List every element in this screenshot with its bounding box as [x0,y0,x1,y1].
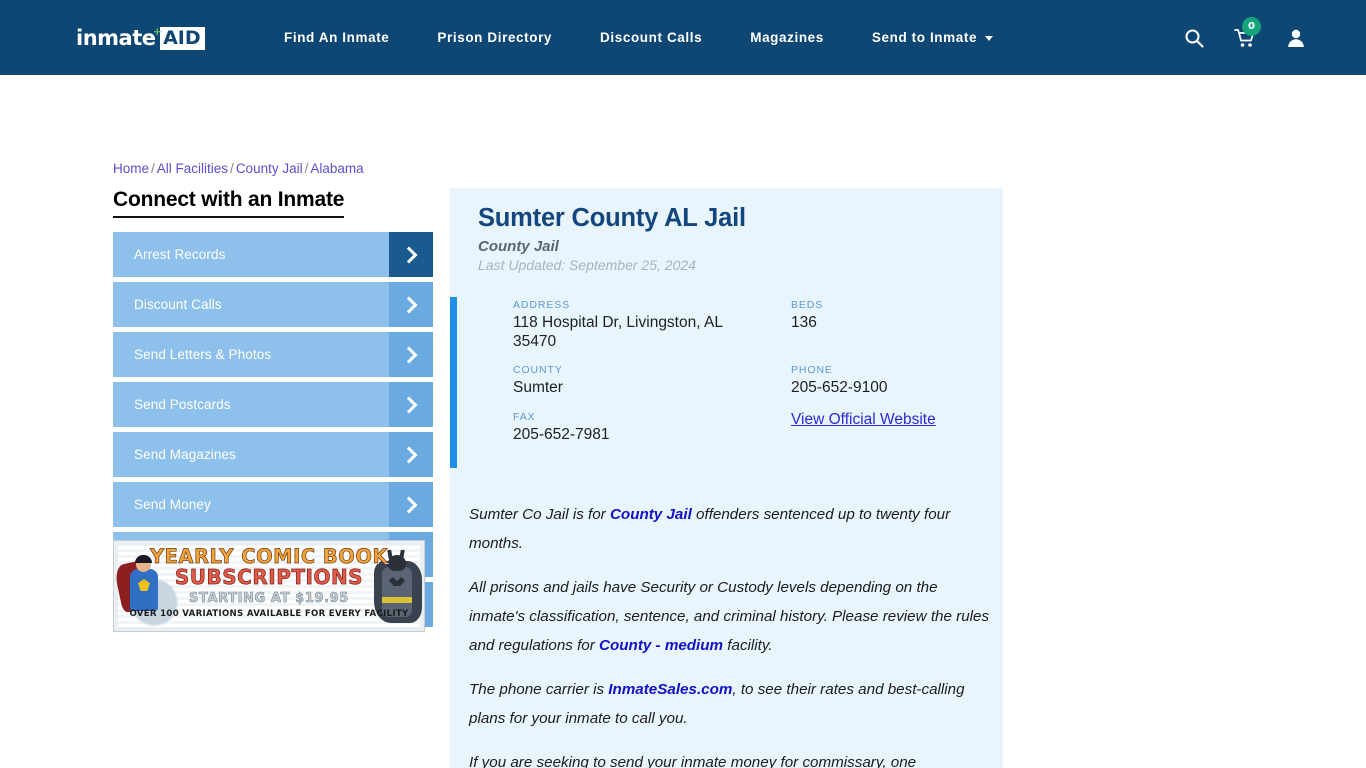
breadcrumb-item-home[interactable]: Home [113,161,149,176]
info-address-value: 118 Hospital Dr, Livingston, AL 35470 [513,314,723,350]
info-phone: PHONE 205-652-9100 [791,364,888,397]
info-county-value: Sumter [513,379,563,396]
chevron-right-icon [389,232,433,277]
breadcrumb-separator: / [304,161,309,176]
p1-link-county-jail[interactable]: County Jail [610,506,692,523]
info-beds-label: BEDS [791,299,824,311]
nav-item-magazines[interactable]: Magazines [726,0,848,75]
site-logo[interactable]: inmate + AID [76,23,205,50]
info-county: COUNTY Sumter [513,364,563,397]
info-fax-value: 205-652-7981 [513,426,610,443]
breadcrumb-separator: / [230,161,234,176]
sidebar-item-send-letters-photos[interactable]: Send Letters & Photos [113,332,433,377]
user-account-icon[interactable] [1286,28,1306,48]
p3-text-a: The phone carrier is [469,681,609,698]
sidebar-title: Connect with an Inmate [113,188,344,218]
info-fax-label: FAX [513,411,536,423]
info-county-label: COUNTY [513,364,563,376]
description-paragraph-2: All prisons and jails have Security or C… [469,573,997,660]
sidebar-item-label: Send Magazines [134,447,236,462]
sidebar-item-send-postcards[interactable]: Send Postcards [113,382,433,427]
ad-subtext: OVER 100 VARIATIONS AVAILABLE FOR EVERY … [129,609,409,619]
info-fax: FAX 205-652-7981 [513,411,610,444]
comic-book-subscription-ad[interactable]: YEARLY COMIC BOOK SUBSCRIPTIONS STARTING… [113,540,425,632]
p1-text-a: Sumter Co Jail is for [469,506,610,523]
cart-icon[interactable]: 0 [1234,16,1261,48]
last-updated-text: Last Updated: September 25, 2024 [478,257,696,273]
p2-text-c: facility. [723,637,773,654]
page-title: Sumter County AL Jail [478,204,746,232]
chevron-right-icon [389,382,433,427]
description-paragraph-3: The phone carrier is InmateSales.com, to… [469,675,997,733]
sidebar-item-discount-calls[interactable]: Discount Calls [113,282,433,327]
header-icons: 0 [1184,0,1306,75]
page-body: Home / All Facilities / County Jail / Alabama … [0,75,1366,768]
info-website: View Official Website [791,411,936,429]
nav-item-send-to-inmate[interactable]: Send to Inmate [848,0,1017,75]
cart-count-badge: 0 [1242,16,1261,36]
search-icon[interactable] [1184,28,1204,48]
ad-price-text: STARTING AT $19.95 [189,591,349,607]
site-header: inmate + AID Find An Inmate Prison Direc… [0,0,1366,75]
description-paragraph-1: Sumter Co Jail is for County Jail offend… [469,500,997,558]
sidebar-item-label: Send Postcards [134,397,231,412]
breadcrumb-separator: / [151,161,155,176]
info-address-label: ADDRESS [513,299,571,311]
breadcrumb: Home / All Facilities / County Jail / Alabama [113,161,364,176]
breadcrumb-item-alabama[interactable]: Alabama [310,161,363,176]
main-nav: Find An Inmate Prison Directory Discount… [260,0,1017,75]
sidebar-item-label: Send Letters & Photos [134,347,272,362]
chevron-right-icon [389,332,433,377]
chevron-right-icon [389,432,433,477]
nav-item-find-an-inmate[interactable]: Find An Inmate [260,0,413,75]
p3-link-inmatesales[interactable]: InmateSales.com [608,681,732,698]
sidebar-item-label: Arrest Records [134,247,226,262]
logo-plus-icon: + [153,23,162,39]
facility-description: Sumter Co Jail is for County Jail offend… [469,500,997,768]
info-beds: BEDS 136 [791,299,823,332]
nav-item-discount-calls[interactable]: Discount Calls [576,0,726,75]
sidebar-item-label: Send Money [134,497,211,512]
p2-link-county-medium[interactable]: County - medium [599,637,723,654]
facility-info-block: ADDRESS 118 Hospital Dr, Livingston, AL … [450,297,1003,468]
nav-item-prison-directory[interactable]: Prison Directory [413,0,576,75]
sidebar-item-send-magazines[interactable]: Send Magazines [113,432,433,477]
info-beds-value: 136 [791,314,817,331]
logo-aid: AID [160,26,205,50]
sidebar-item-label: Discount Calls [134,297,222,312]
description-paragraph-4: If you are seeking to send your inmate m… [469,748,997,768]
chevron-right-icon [389,482,433,527]
view-official-website-link[interactable]: View Official Website [791,411,936,429]
breadcrumb-item-county-jail[interactable]: County Jail [236,161,303,176]
info-address: ADDRESS 118 Hospital Dr, Livingston, AL … [513,299,728,351]
breadcrumb-item-all-facilities[interactable]: All Facilities [157,161,228,176]
sidebar-item-arrest-records[interactable]: Arrest Records [113,232,433,277]
info-phone-label: PHONE [791,364,833,376]
ad-headline-2: SUBSCRIPTIONS [174,565,364,590]
facility-type: County Jail [478,238,559,255]
info-phone-value: 205-652-9100 [791,379,888,396]
chevron-right-icon [389,282,433,327]
p4-text-a: If you are seeking to send your inmate m… [469,754,917,768]
sidebar-item-send-money[interactable]: Send Money [113,482,433,527]
logo-word: inmate [76,26,156,50]
